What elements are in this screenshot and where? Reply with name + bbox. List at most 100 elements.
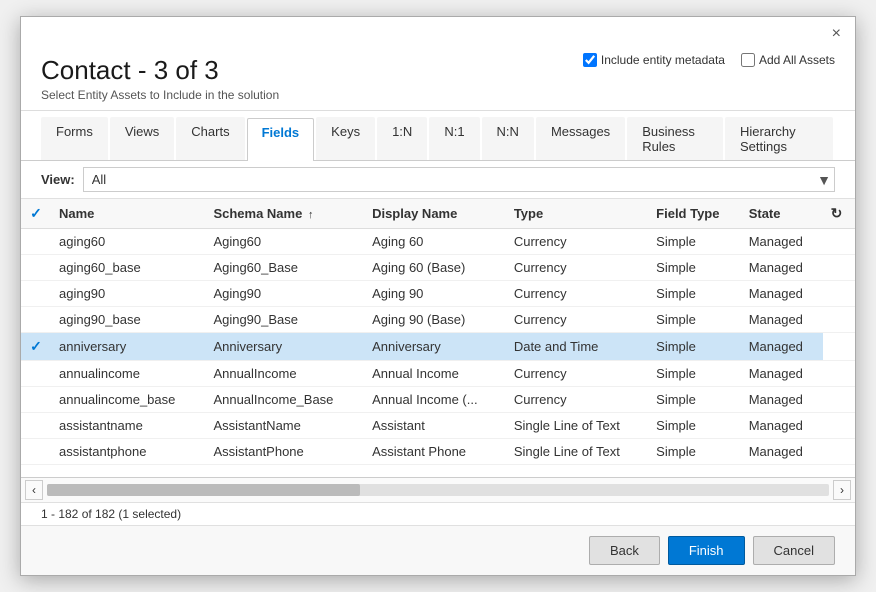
- refresh-icon[interactable]: ↻: [831, 205, 843, 221]
- col-refresh[interactable]: ↻: [823, 199, 855, 229]
- col-display-name[interactable]: Display Name: [364, 199, 506, 229]
- add-all-assets-checkbox[interactable]: Add All Assets: [741, 53, 835, 67]
- back-button[interactable]: Back: [589, 536, 660, 565]
- row-check-icon: ✓: [30, 338, 42, 354]
- row-check-cell[interactable]: ✓: [21, 333, 51, 361]
- include-metadata-input[interactable]: [583, 53, 597, 67]
- tab-forms[interactable]: Forms: [41, 117, 108, 160]
- cell-state: Managed: [741, 361, 823, 387]
- tab-messages[interactable]: Messages: [536, 117, 625, 160]
- cell-name: annualincome_base: [51, 387, 205, 413]
- tab-fields[interactable]: Fields: [247, 118, 315, 161]
- cell-field-type: Simple: [648, 281, 741, 307]
- check-all-icon: ✓: [30, 205, 42, 221]
- row-check-cell[interactable]: [21, 361, 51, 387]
- table-row[interactable]: assistantnameAssistantNameAssistantSingl…: [21, 413, 855, 439]
- scroll-thumb: [47, 484, 360, 496]
- cell-display-name: Aging 60: [364, 229, 506, 255]
- table-row[interactable]: annualincomeAnnualIncomeAnnual IncomeCur…: [21, 361, 855, 387]
- table-row[interactable]: aging90_baseAging90_BaseAging 90 (Base)C…: [21, 307, 855, 333]
- cell-field-type: Simple: [648, 255, 741, 281]
- table-row[interactable]: ✓anniversaryAnniversaryAnniversaryDate a…: [21, 333, 855, 361]
- col-name[interactable]: Name: [51, 199, 205, 229]
- tab-n1[interactable]: N:1: [429, 117, 479, 160]
- cell-field-type: Simple: [648, 229, 741, 255]
- table-row[interactable]: annualincome_baseAnnualIncome_BaseAnnual…: [21, 387, 855, 413]
- cell-display-name: Anniversary: [364, 333, 506, 361]
- col-type[interactable]: Type: [506, 199, 648, 229]
- view-label: View:: [41, 172, 75, 187]
- header-right: Include entity metadata Add All Assets: [583, 53, 835, 67]
- finish-button[interactable]: Finish: [668, 536, 745, 565]
- tab-views[interactable]: Views: [110, 117, 174, 160]
- tab-charts[interactable]: Charts: [176, 117, 244, 160]
- cell-name: assistantname: [51, 413, 205, 439]
- cell-display-name: Assistant: [364, 413, 506, 439]
- cell-type: Currency: [506, 255, 648, 281]
- cell-state: Managed: [741, 413, 823, 439]
- cell-schema-name: Aging60: [205, 229, 364, 255]
- cancel-button[interactable]: Cancel: [753, 536, 835, 565]
- table-row[interactable]: aging60_baseAging60_BaseAging 60 (Base)C…: [21, 255, 855, 281]
- row-check-cell[interactable]: [21, 229, 51, 255]
- close-button[interactable]: ×: [826, 23, 847, 45]
- row-check-cell[interactable]: [21, 307, 51, 333]
- cell-display-name: Annual Income (...: [364, 387, 506, 413]
- cell-type: Date and Time: [506, 333, 648, 361]
- dialog-footer: Back Finish Cancel: [21, 525, 855, 575]
- cell-schema-name: Aging60_Base: [205, 255, 364, 281]
- cell-schema-name: Aging90_Base: [205, 307, 364, 333]
- row-check-cell[interactable]: [21, 439, 51, 465]
- scroll-left-button[interactable]: ‹: [25, 480, 43, 500]
- view-select[interactable]: All: [83, 167, 835, 192]
- cell-field-type: Simple: [648, 387, 741, 413]
- cell-display-name: Aging 90 (Base): [364, 307, 506, 333]
- table-row[interactable]: assistantphoneAssistantPhoneAssistant Ph…: [21, 439, 855, 465]
- row-check-cell[interactable]: [21, 255, 51, 281]
- cell-state: Managed: [741, 439, 823, 465]
- cell-name: annualincome: [51, 361, 205, 387]
- cell-field-type: Simple: [648, 307, 741, 333]
- cell-name: aging60_base: [51, 255, 205, 281]
- table-row[interactable]: aging90Aging90Aging 90CurrencySimpleMana…: [21, 281, 855, 307]
- col-field-type[interactable]: Field Type: [648, 199, 741, 229]
- cell-name: aging90_base: [51, 307, 205, 333]
- cell-state: Managed: [741, 255, 823, 281]
- row-check-cell[interactable]: [21, 281, 51, 307]
- table-row[interactable]: aging60Aging60Aging 60CurrencySimpleMana…: [21, 229, 855, 255]
- dialog-header: Contact - 3 of 3 Select Entity Assets to…: [21, 45, 855, 111]
- cell-field-type: Simple: [648, 361, 741, 387]
- cell-schema-name: Aging90: [205, 281, 364, 307]
- cell-type: Currency: [506, 229, 648, 255]
- row-check-cell[interactable]: [21, 413, 51, 439]
- cell-schema-name: Anniversary: [205, 333, 364, 361]
- tab-keys[interactable]: Keys: [316, 117, 375, 160]
- cell-state: Managed: [741, 281, 823, 307]
- dialog-subtitle: Select Entity Assets to Include in the s…: [41, 88, 835, 102]
- tab-1n[interactable]: 1:N: [377, 117, 427, 160]
- add-all-assets-label: Add All Assets: [759, 53, 835, 67]
- col-schema-name[interactable]: Schema Name ↑: [205, 199, 364, 229]
- cell-schema-name: AnnualIncome: [205, 361, 364, 387]
- cell-type: Currency: [506, 361, 648, 387]
- include-metadata-checkbox[interactable]: Include entity metadata: [583, 53, 725, 67]
- scroll-right-button[interactable]: ›: [833, 480, 851, 500]
- cell-name: aging60: [51, 229, 205, 255]
- tab-hierarchy-settings[interactable]: Hierarchy Settings: [725, 117, 833, 160]
- cell-state: Managed: [741, 333, 823, 361]
- tab-nn[interactable]: N:N: [482, 117, 534, 160]
- include-metadata-label: Include entity metadata: [601, 53, 725, 67]
- tab-business-rules[interactable]: Business Rules: [627, 117, 723, 160]
- cell-type: Single Line of Text: [506, 439, 648, 465]
- cell-schema-name: AssistantName: [205, 413, 364, 439]
- cell-name: anniversary: [51, 333, 205, 361]
- cell-field-type: Simple: [648, 439, 741, 465]
- col-state[interactable]: State: [741, 199, 823, 229]
- add-all-assets-input[interactable]: [741, 53, 755, 67]
- tabs-bar: FormsViewsChartsFieldsKeys1:NN:1N:NMessa…: [21, 117, 855, 161]
- cell-display-name: Annual Income: [364, 361, 506, 387]
- titlebar: ×: [21, 17, 855, 45]
- col-check: ✓: [21, 199, 51, 229]
- view-bar: View: All ▼: [21, 161, 855, 199]
- row-check-cell[interactable]: [21, 387, 51, 413]
